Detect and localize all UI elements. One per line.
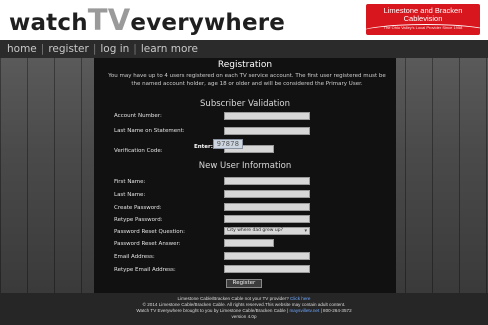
last-name-statement-field[interactable] — [224, 127, 310, 135]
chevron-down-icon: ▾ — [304, 228, 307, 234]
logo-watch: watch — [9, 10, 88, 36]
new-user-info-heading: New User Information — [198, 161, 292, 171]
site-header: watchTVeverywhere Limestone and Bracken … — [0, 0, 488, 40]
last-name-field[interactable] — [224, 190, 310, 198]
brand-swoosh — [366, 24, 480, 35]
maysvilletv-link[interactable]: maysvilletv.net — [289, 308, 319, 313]
reset-answer-label: Password Reset Answer: — [114, 241, 181, 247]
registration-panel: Registration You may have up to 4 users … — [94, 58, 396, 293]
footer-brought-by: Watch TV Everywhere brought to you by Li… — [136, 308, 289, 313]
nav-log-in[interactable]: log in — [100, 43, 129, 55]
account-number-field[interactable] — [224, 112, 310, 120]
click-here-link[interactable]: Click here — [290, 296, 310, 301]
create-password-field[interactable] — [224, 203, 310, 211]
nav-separator: | — [40, 43, 45, 55]
last-name-statement-label: Last Name on Statement: — [114, 128, 185, 134]
email-label: Email Address: — [114, 254, 155, 260]
footer-phone: | 800-264-3572 — [320, 308, 352, 313]
retype-email-label: Retype Email Address: — [114, 267, 176, 273]
logo-everywhere: everywhere — [130, 10, 286, 36]
first-name-field[interactable] — [224, 177, 310, 185]
captcha-image: 97878 — [213, 139, 243, 149]
nav-register[interactable]: register — [48, 43, 89, 55]
last-name-label: Last Name: — [114, 192, 146, 198]
retype-password-label: Retype Password: — [114, 217, 163, 223]
account-number-label: Account Number: — [114, 113, 162, 119]
footer-version: version 4.0p — [231, 314, 257, 319]
retype-email-field[interactable] — [224, 265, 310, 273]
create-password-label: Create Password: — [114, 205, 162, 211]
register-button[interactable]: Register — [226, 279, 262, 288]
footer-provider-text: Limestone Cable/Bracken Cable not your T… — [177, 296, 289, 301]
nav-home[interactable]: home — [7, 43, 37, 55]
reset-question-label: Password Reset Question: — [114, 229, 186, 235]
watch-tv-everywhere-logo[interactable]: watchTVeverywhere — [9, 5, 285, 38]
retype-password-field[interactable] — [224, 215, 310, 223]
main-nav: home | register | log in | learn more — [0, 40, 488, 58]
email-field[interactable] — [224, 252, 310, 260]
enter-label: Enter: — [194, 144, 213, 150]
reset-answer-field[interactable] — [224, 239, 274, 247]
provider-brand-logo[interactable]: Limestone and Bracken Cablevision The Oh… — [366, 4, 480, 35]
page-title: Registration — [217, 60, 273, 70]
verification-code-label: Verification Code: — [114, 148, 163, 154]
logo-tv: TV — [87, 3, 131, 37]
nav-separator: | — [133, 43, 137, 55]
intro-text: You may have up to 4 users registered on… — [108, 73, 386, 87]
brand-line-2: Cablevision — [403, 14, 443, 23]
reset-question-select[interactable]: City where dad grew up? ▾ — [224, 227, 310, 235]
first-name-label: First Name: — [114, 179, 146, 185]
subscriber-validation-heading: Subscriber Validation — [200, 99, 290, 109]
nav-learn-more[interactable]: learn more — [141, 43, 198, 55]
nav-separator: | — [92, 43, 97, 55]
reset-question-value: City where dad grew up? — [227, 228, 283, 233]
